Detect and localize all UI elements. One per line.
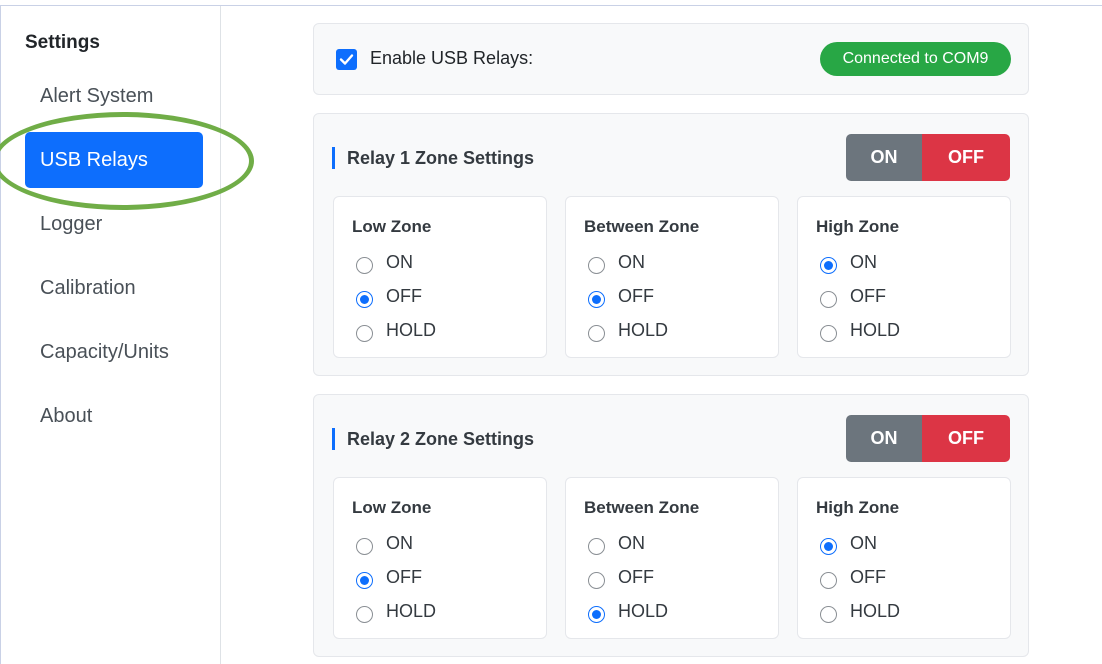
option-label: ON [386,532,413,553]
relay-1-high-zone-option-on[interactable]: ON [820,251,877,274]
option-label: ON [850,251,877,272]
relay-2-on-button[interactable]: ON [846,415,922,462]
relay-2-settings-card: Relay 2 Zone Settings ON OFF Low Zone ON… [313,394,1029,657]
option-label: HOLD [850,319,901,340]
settings-sidebar: Settings Alert System USB Relays Logger … [1,6,221,664]
option-label: ON [386,251,413,272]
zone-title: High Zone [816,498,900,517]
relay-1-high-zone-option-hold[interactable]: HOLD [820,319,901,342]
option-label: OFF [618,566,654,587]
relay-2-between-zone-option-hold[interactable]: HOLD [588,600,669,623]
option-label: OFF [618,285,654,306]
option-label: ON [618,251,645,272]
radio-button[interactable] [588,290,605,308]
relay-1-between-zone-option-off[interactable]: OFF [588,285,654,308]
relay-2-high-zone: High Zone ON OFF HOLD [797,477,1011,639]
option-label: HOLD [386,319,437,340]
relay-2-between-zone-option-on[interactable]: ON [588,532,645,555]
check-icon [339,54,354,65]
relay-2-between-zone-option-off[interactable]: OFF [588,566,654,589]
relay-1-on-button[interactable]: ON [846,134,922,181]
relay-2-low-zone-option-hold[interactable]: HOLD [356,600,437,623]
relay-1-toggle: ON OFF [846,134,1010,181]
relay-1-between-zone-option-on[interactable]: ON [588,251,645,274]
radio-button[interactable] [588,571,605,589]
sidebar-item-usb-relays[interactable]: USB Relays [25,132,203,188]
sidebar-item-calibration[interactable]: Calibration [25,260,203,316]
radio-button[interactable] [820,571,837,589]
option-label: ON [618,532,645,553]
connection-status-badge: Connected to COM9 [820,42,1011,76]
zone-title: Between Zone [584,498,700,517]
relay-2-high-zone-option-hold[interactable]: HOLD [820,600,901,623]
enable-usb-relays-checkbox[interactable] [336,49,357,70]
relay-2-off-button[interactable]: OFF [922,415,1010,462]
relay-2-toggle: ON OFF [846,415,1010,462]
relay-1-low-zone: Low Zone ON OFF HOLD [333,196,547,358]
relay-2-high-zone-option-off[interactable]: OFF [820,566,886,589]
zone-title: Low Zone [352,217,432,236]
relay-1-settings-card: Relay 1 Zone Settings ON OFF Low Zone ON… [313,113,1029,376]
radio-button[interactable] [820,605,837,623]
relay-1-high-zone-option-off[interactable]: OFF [820,285,886,308]
relay-2-title: Relay 2 Zone Settings [332,428,534,450]
zone-title: Between Zone [584,217,700,236]
radio-button[interactable] [588,605,605,623]
enable-usb-relays-label: Enable USB Relays: [370,48,534,68]
enable-usb-relays-card: Enable USB Relays: Connected to COM9 [313,23,1029,95]
sidebar-title: Settings [25,32,100,53]
radio-button[interactable] [820,290,837,308]
relay-2-low-zone: Low Zone ON OFF HOLD [333,477,547,639]
radio-button[interactable] [588,256,605,274]
relay-1-low-zone-option-off[interactable]: OFF [356,285,422,308]
relay-1-off-button[interactable]: OFF [922,134,1010,181]
option-label: HOLD [618,319,669,340]
sidebar-item-logger[interactable]: Logger [25,196,203,252]
relay-1-low-zone-option-on[interactable]: ON [356,251,413,274]
option-label: OFF [850,566,886,587]
radio-button[interactable] [820,324,837,342]
radio-button[interactable] [820,256,837,274]
option-label: HOLD [850,600,901,621]
relay-1-high-zone: High Zone ON OFF HOLD [797,196,1011,358]
zone-title: Low Zone [352,498,432,517]
option-label: HOLD [618,600,669,621]
relay-2-low-zone-option-on[interactable]: ON [356,532,413,555]
option-label: OFF [386,285,422,306]
option-label: HOLD [386,600,437,621]
radio-button[interactable] [356,290,373,308]
sidebar-item-alert-system[interactable]: Alert System [25,68,203,124]
relay-1-title: Relay 1 Zone Settings [332,147,534,169]
relay-2-between-zone: Between Zone ON OFF HOLD [565,477,779,639]
option-label: OFF [386,566,422,587]
radio-button[interactable] [588,537,605,555]
sidebar-item-about[interactable]: About [25,388,203,444]
radio-button[interactable] [820,537,837,555]
relay-1-between-zone-option-hold[interactable]: HOLD [588,319,669,342]
radio-button[interactable] [588,324,605,342]
zone-title: High Zone [816,217,900,236]
radio-button[interactable] [356,324,373,342]
radio-button[interactable] [356,537,373,555]
option-label: ON [850,532,877,553]
relay-2-low-zone-option-off[interactable]: OFF [356,566,422,589]
relay-1-between-zone: Between Zone ON OFF HOLD [565,196,779,358]
radio-button[interactable] [356,256,373,274]
sidebar-item-capacity-units[interactable]: Capacity/Units [25,324,203,380]
option-label: OFF [850,285,886,306]
relay-1-low-zone-option-hold[interactable]: HOLD [356,319,437,342]
radio-button[interactable] [356,571,373,589]
radio-button[interactable] [356,605,373,623]
relay-2-high-zone-option-on[interactable]: ON [820,532,877,555]
